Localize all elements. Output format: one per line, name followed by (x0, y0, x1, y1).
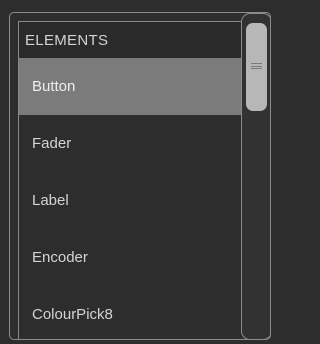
scrollbar-track[interactable] (241, 13, 270, 339)
list-item-encoder[interactable]: Encoder (19, 229, 244, 286)
elements-list: Button Fader Label Encoder ColourPick8 (18, 58, 244, 339)
elements-header: ELEMENTS (18, 21, 244, 58)
elements-header-label: ELEMENTS (25, 32, 109, 49)
list-item-label[interactable]: Label (19, 172, 244, 229)
grip-icon (251, 63, 262, 69)
elements-panel: ELEMENTS Button Fader Label Encoder Colo… (9, 12, 271, 340)
list-item-fader[interactable]: Fader (19, 115, 244, 172)
list-item-button[interactable]: Button (19, 58, 244, 115)
list-item-colourpick8[interactable]: ColourPick8 (19, 286, 244, 339)
scrollbar-thumb[interactable] (246, 23, 267, 111)
